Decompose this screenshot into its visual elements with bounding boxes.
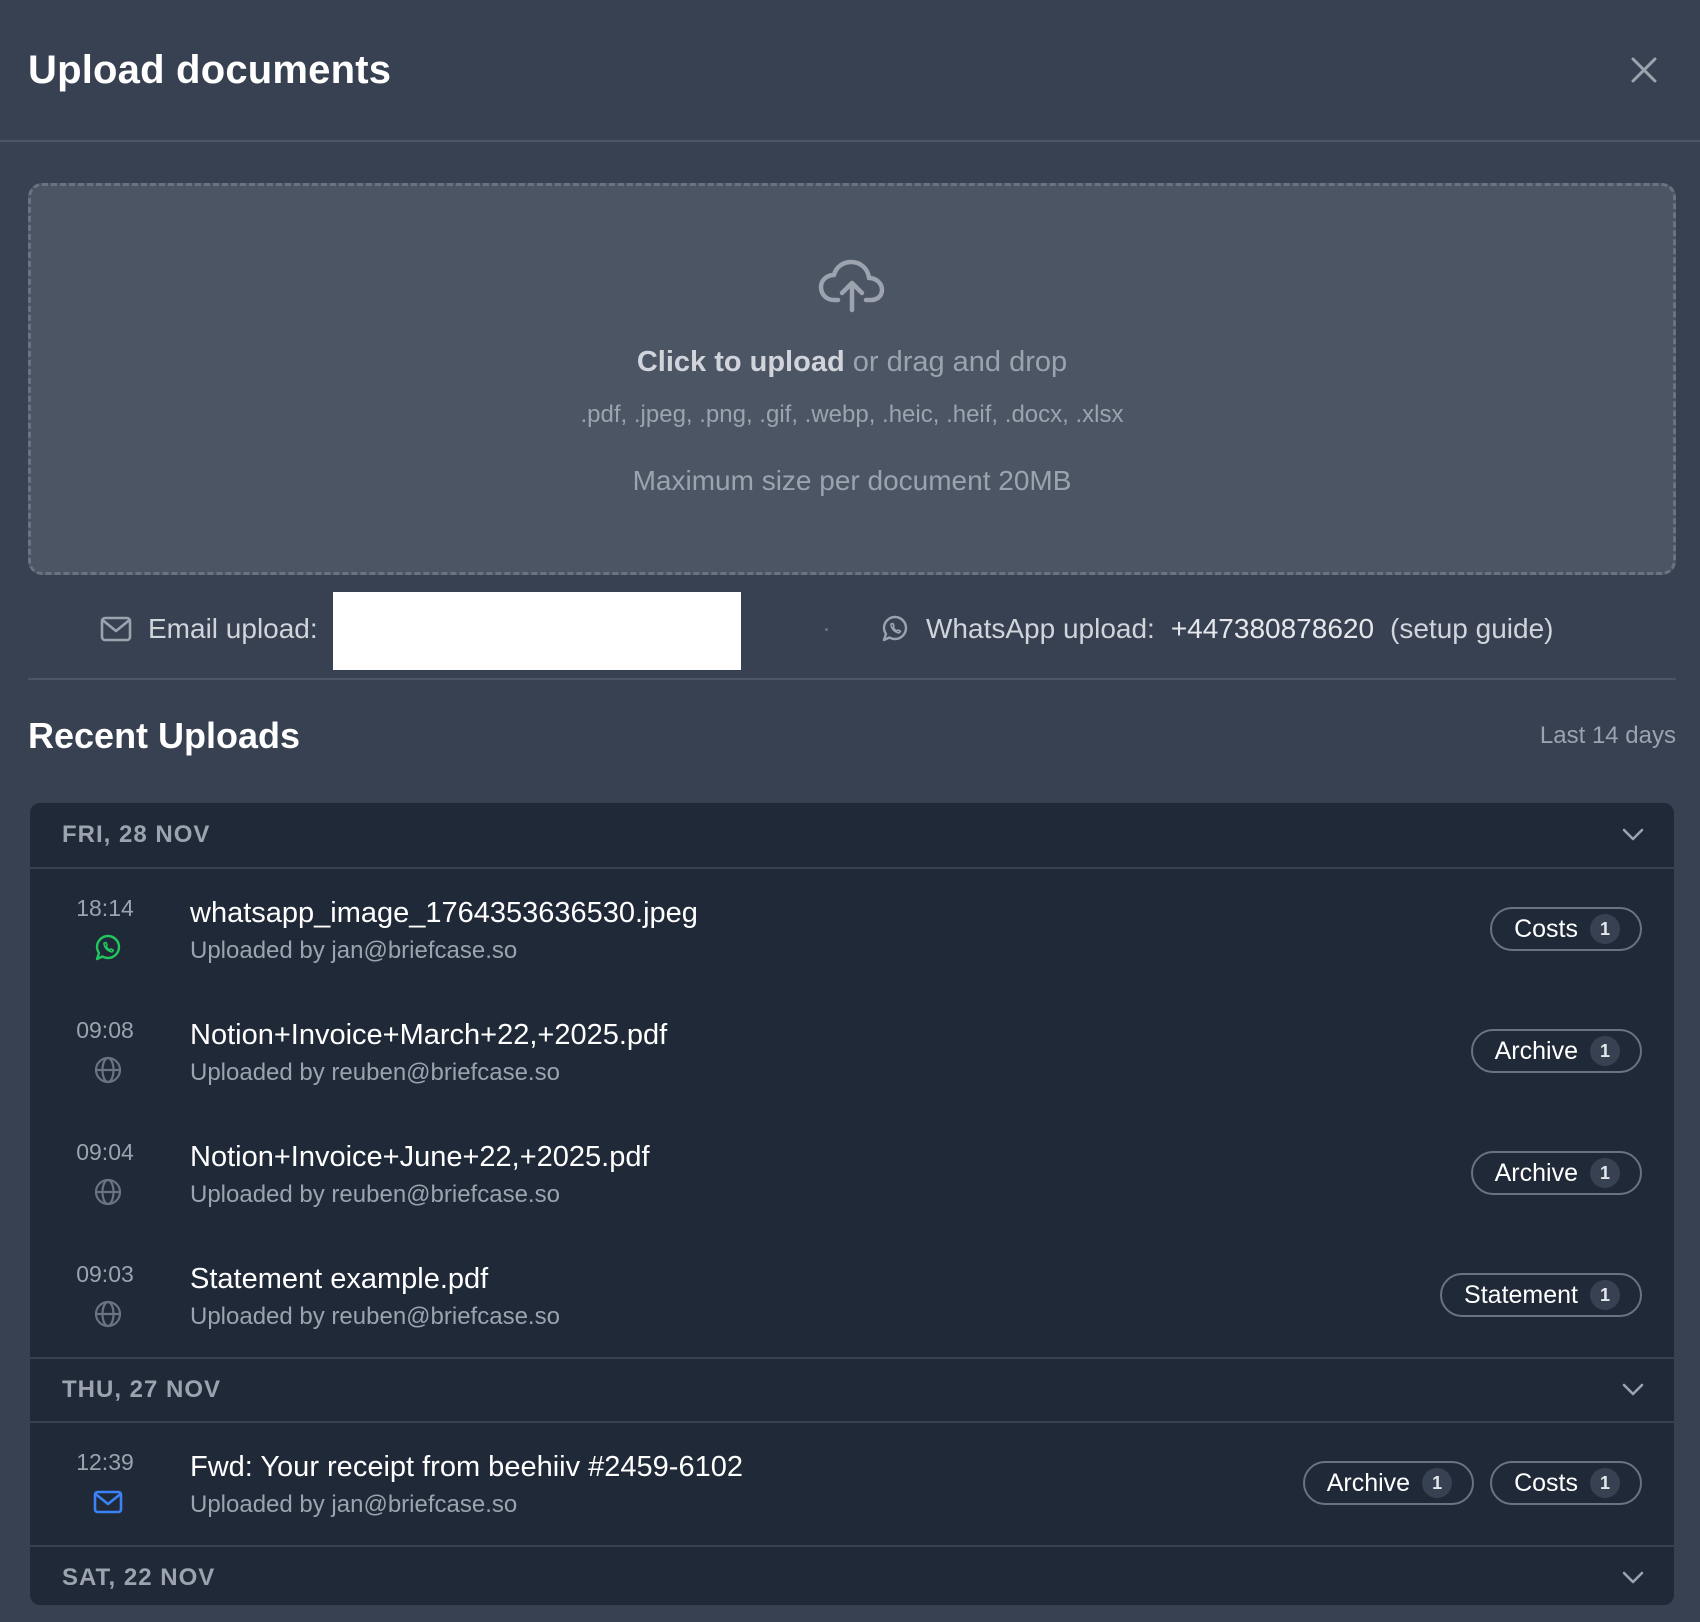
category-tag[interactable]: Statement 1 — [1440, 1273, 1642, 1317]
group-date: FRI, 28 NOV — [62, 821, 211, 848]
upload-row[interactable]: 12:39 Fwd: Your receipt from beehiiv #24… — [30, 1423, 1674, 1545]
whatsapp-icon — [93, 933, 123, 963]
separator-dot — [825, 628, 828, 631]
whatsapp-upload-label: WhatsApp upload: — [926, 613, 1155, 644]
cloud-upload-icon — [818, 256, 886, 316]
recent-uploads-header: Recent Uploads Last 14 days — [28, 715, 1676, 757]
file-name[interactable]: Notion+Invoice+March+22,+2025.pdf — [190, 1019, 667, 1052]
tag-name: Statement — [1464, 1280, 1578, 1309]
tag-count: 1 — [1422, 1468, 1453, 1498]
tag-name: Archive — [1494, 1036, 1578, 1065]
tag-list: Statement 1 — [1440, 1273, 1642, 1317]
tag-name: Archive — [1494, 1158, 1578, 1187]
tag-count: 1 — [1590, 1468, 1620, 1498]
email-upload: Email upload: — [100, 590, 318, 668]
file-name[interactable]: Statement example.pdf — [190, 1263, 488, 1296]
category-tag[interactable]: Costs 1 — [1490, 1461, 1642, 1505]
tag-list: Archive 1 Costs 1 — [1302, 1461, 1642, 1505]
recent-uploads-range: Last 14 days — [1539, 722, 1676, 749]
date-group-header[interactable]: SAT, 22 NOV — [30, 1545, 1674, 1605]
recent-uploads-title: Recent Uploads — [28, 715, 301, 756]
setup-guide-link[interactable]: (setup guide) — [1390, 613, 1553, 645]
upload-time: 18:14 — [76, 895, 134, 921]
globe-icon — [93, 1055, 123, 1085]
email-address-redacted[interactable] — [333, 592, 741, 670]
email-upload-label: Email upload: — [148, 613, 318, 644]
chevron-down-icon — [1622, 1571, 1644, 1584]
upload-time: 09:03 — [76, 1261, 134, 1287]
category-tag[interactable]: Archive 1 — [1470, 1029, 1642, 1073]
category-tag[interactable]: Archive 1 — [1302, 1461, 1475, 1505]
max-size-text: Maximum size per document 20MB — [632, 465, 1072, 496]
file-name[interactable]: Fwd: Your receipt from beehiiv #2459-610… — [190, 1451, 743, 1484]
upload-row[interactable]: 09:08 Notion+Invoice+March+22,+2025.pdf … — [30, 991, 1674, 1113]
mail-icon — [100, 616, 132, 642]
upload-row[interactable]: 09:04 Notion+Invoice+June+22,+2025.pdf U… — [30, 1113, 1674, 1235]
recent-uploads-list: FRI, 28 NOV 18:14 whatsapp_image_1764353… — [30, 803, 1674, 1605]
tag-count: 1 — [1590, 1158, 1620, 1188]
uploaded-by: Uploaded by jan@briefcase.so — [190, 1491, 518, 1518]
tag-name: Costs — [1514, 914, 1578, 943]
modal-header: Upload documents — [0, 0, 1700, 142]
tag-count: 1 — [1590, 1036, 1620, 1066]
chevron-down-icon — [1622, 1383, 1644, 1396]
tag-name: Costs — [1514, 1468, 1578, 1497]
upload-row[interactable]: 09:03 Statement example.pdf Uploaded by … — [30, 1235, 1674, 1357]
date-group-header[interactable]: THU, 27 NOV — [30, 1357, 1674, 1423]
tag-list: Archive 1 — [1470, 1151, 1642, 1195]
category-tag[interactable]: Costs 1 — [1490, 907, 1642, 951]
close-button[interactable] — [1624, 50, 1664, 90]
tag-list: Archive 1 — [1470, 1029, 1642, 1073]
mail-icon — [93, 1487, 123, 1517]
chevron-down-icon — [1622, 828, 1644, 841]
uploaded-by: Uploaded by reuben@briefcase.so — [190, 1303, 560, 1330]
tag-list: Costs 1 — [1490, 907, 1642, 951]
upload-time: 09:04 — [76, 1139, 134, 1165]
file-name[interactable]: whatsapp_image_1764353636530.jpeg — [190, 897, 698, 930]
allowed-formats: .pdf, .jpeg, .png, .gif, .webp, .heic, .… — [580, 401, 1124, 428]
upload-row[interactable]: 18:14 whatsapp_image_1764353636530.jpeg … — [30, 869, 1674, 991]
uploaded-by: Uploaded by reuben@briefcase.so — [190, 1059, 560, 1086]
tag-name: Archive — [1326, 1468, 1411, 1497]
dropzone-instruction: Click to upload or drag and drop — [637, 346, 1067, 379]
group-date: SAT, 22 NOV — [62, 1564, 216, 1591]
whatsapp-icon — [882, 615, 908, 642]
upload-documents-modal: Upload documents Click to upload or drag… — [0, 0, 1700, 1622]
drag-drop-text: or drag and drop — [844, 346, 1068, 378]
modal-title: Upload documents — [28, 47, 392, 92]
uploaded-by: Uploaded by reuben@briefcase.so — [190, 1181, 560, 1208]
click-to-upload-link[interactable]: Click to upload — [637, 346, 845, 378]
category-tag[interactable]: Archive 1 — [1470, 1151, 1642, 1195]
upload-dropzone[interactable]: Click to upload or drag and drop .pdf, .… — [28, 183, 1676, 575]
file-name[interactable]: Notion+Invoice+June+22,+2025.pdf — [190, 1141, 650, 1174]
group-date: THU, 27 NOV — [62, 1376, 222, 1403]
whatsapp-number: +447380878620 — [1170, 613, 1375, 644]
whatsapp-upload: WhatsApp upload: +447380878620 (setup gu… — [880, 590, 1553, 668]
upload-time: 12:39 — [76, 1449, 134, 1475]
close-icon — [1631, 57, 1657, 83]
upload-methods: Email upload: WhatsApp upload: +44738087… — [28, 590, 1676, 680]
tag-count: 1 — [1590, 914, 1620, 944]
uploaded-by: Uploaded by jan@briefcase.so — [190, 937, 518, 964]
date-group-header[interactable]: FRI, 28 NOV — [30, 803, 1674, 869]
tag-count: 1 — [1590, 1280, 1620, 1310]
globe-icon — [93, 1299, 123, 1329]
globe-icon — [93, 1177, 123, 1207]
upload-time: 09:08 — [76, 1017, 134, 1043]
